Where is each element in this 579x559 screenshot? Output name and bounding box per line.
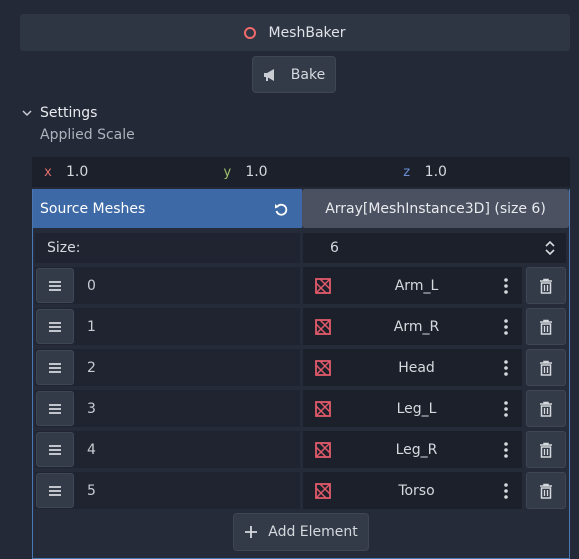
mesh-slot[interactable]: Arm_R	[303, 308, 522, 345]
mesh-slot[interactable]: Torso	[303, 472, 522, 509]
up-down-arrows-icon[interactable]	[544, 240, 556, 256]
x-value: 1.0	[66, 164, 89, 180]
remove-element-button[interactable]	[526, 308, 566, 345]
row-index-label: 5	[87, 482, 96, 499]
z-value: 1.0	[424, 164, 447, 180]
array-row-index: 1	[35, 308, 300, 345]
bake-label: Bake	[290, 66, 326, 83]
drag-handle-icon[interactable]	[36, 391, 74, 426]
drag-handle-icon[interactable]	[36, 473, 74, 508]
kebab-menu-icon[interactable]	[490, 400, 522, 417]
mesh-instance-icon	[303, 359, 343, 377]
node-header: MeshBaker	[20, 14, 570, 51]
kebab-menu-icon[interactable]	[490, 277, 522, 294]
mesh-name: Torso	[398, 482, 435, 499]
kebab-menu-icon[interactable]	[490, 359, 522, 376]
kebab-menu-icon[interactable]	[490, 441, 522, 458]
mesh-name: Leg_L	[396, 400, 437, 417]
mesh-instance-icon	[303, 400, 343, 418]
array-row-index: 4	[35, 431, 300, 468]
trash-icon	[540, 319, 552, 335]
kebab-menu-icon[interactable]	[490, 318, 522, 335]
mesh-slot[interactable]: Leg_L	[303, 390, 522, 427]
mesh-instance-icon	[303, 277, 343, 295]
scale-z-field[interactable]: z 1.0	[391, 164, 570, 180]
row-index-label: 4	[87, 441, 96, 458]
trash-icon	[540, 401, 552, 417]
array-row-index: 3	[35, 390, 300, 427]
settings-section-toggle[interactable]: Settings	[22, 102, 97, 124]
size-label: Size:	[35, 233, 300, 263]
mesh-name: Leg_R	[395, 441, 438, 458]
mesh-name: Head	[398, 359, 435, 376]
array-type-button[interactable]: Array[MeshInstance3D] (size 6)	[302, 189, 569, 228]
mesh-slot[interactable]: Head	[303, 349, 522, 386]
scale-x-field[interactable]: x 1.0	[32, 164, 211, 180]
remove-element-button[interactable]	[526, 431, 566, 468]
x-axis-label: x	[44, 164, 52, 180]
trash-icon	[540, 360, 552, 376]
chevron-down-icon	[22, 110, 32, 117]
remove-element-button[interactable]	[526, 472, 566, 509]
source-meshes-label: Source Meshes	[40, 200, 146, 217]
row-index-label: 1	[87, 318, 96, 335]
array-row-index: 0	[35, 267, 300, 304]
array-row-index: 5	[35, 472, 300, 509]
mesh-name: Arm_R	[393, 318, 440, 335]
trash-icon	[540, 442, 552, 458]
bake-button[interactable]: Bake	[252, 56, 336, 93]
kebab-menu-icon[interactable]	[490, 482, 522, 499]
mesh-slot[interactable]: Arm_L	[303, 267, 522, 304]
megaphone-icon	[263, 68, 274, 81]
mesh-instance-icon	[303, 318, 343, 336]
mesh-instance-icon	[303, 441, 343, 459]
row-index-label: 2	[87, 359, 96, 376]
array-row-index: 2	[35, 349, 300, 386]
node-title: MeshBaker	[268, 24, 346, 41]
mesh-slot[interactable]: Leg_R	[303, 431, 522, 468]
drag-handle-icon[interactable]	[36, 432, 74, 467]
row-index-label: 0	[87, 277, 96, 294]
applied-scale-vector: x 1.0 y 1.0 z 1.0	[32, 157, 570, 187]
source-meshes-property: Source Meshes	[33, 189, 302, 228]
size-spinbox[interactable]: 6	[303, 233, 566, 263]
remove-element-button[interactable]	[526, 390, 566, 427]
drag-handle-icon[interactable]	[36, 350, 74, 385]
scale-y-field[interactable]: y 1.0	[211, 164, 390, 180]
add-element-button[interactable]: Add Element	[233, 513, 369, 551]
z-axis-label: z	[403, 164, 411, 180]
mesh-instance-icon	[303, 482, 343, 500]
add-element-label: Add Element	[268, 524, 358, 540]
y-value: 1.0	[245, 164, 268, 180]
circle-node-icon	[244, 26, 257, 39]
mesh-name: Arm_L	[394, 277, 439, 294]
trash-icon	[540, 483, 552, 499]
y-axis-label: y	[223, 164, 232, 180]
trash-icon	[540, 278, 552, 294]
remove-element-button[interactable]	[526, 349, 566, 386]
drag-handle-icon[interactable]	[36, 268, 74, 303]
plus-icon	[245, 526, 258, 538]
applied-scale-label: Applied Scale	[40, 127, 135, 143]
revert-icon[interactable]	[266, 194, 296, 224]
row-index-label: 3	[87, 400, 96, 417]
settings-label: Settings	[40, 105, 98, 121]
drag-handle-icon[interactable]	[36, 309, 74, 344]
size-value: 6	[330, 240, 339, 256]
remove-element-button[interactable]	[526, 267, 566, 304]
